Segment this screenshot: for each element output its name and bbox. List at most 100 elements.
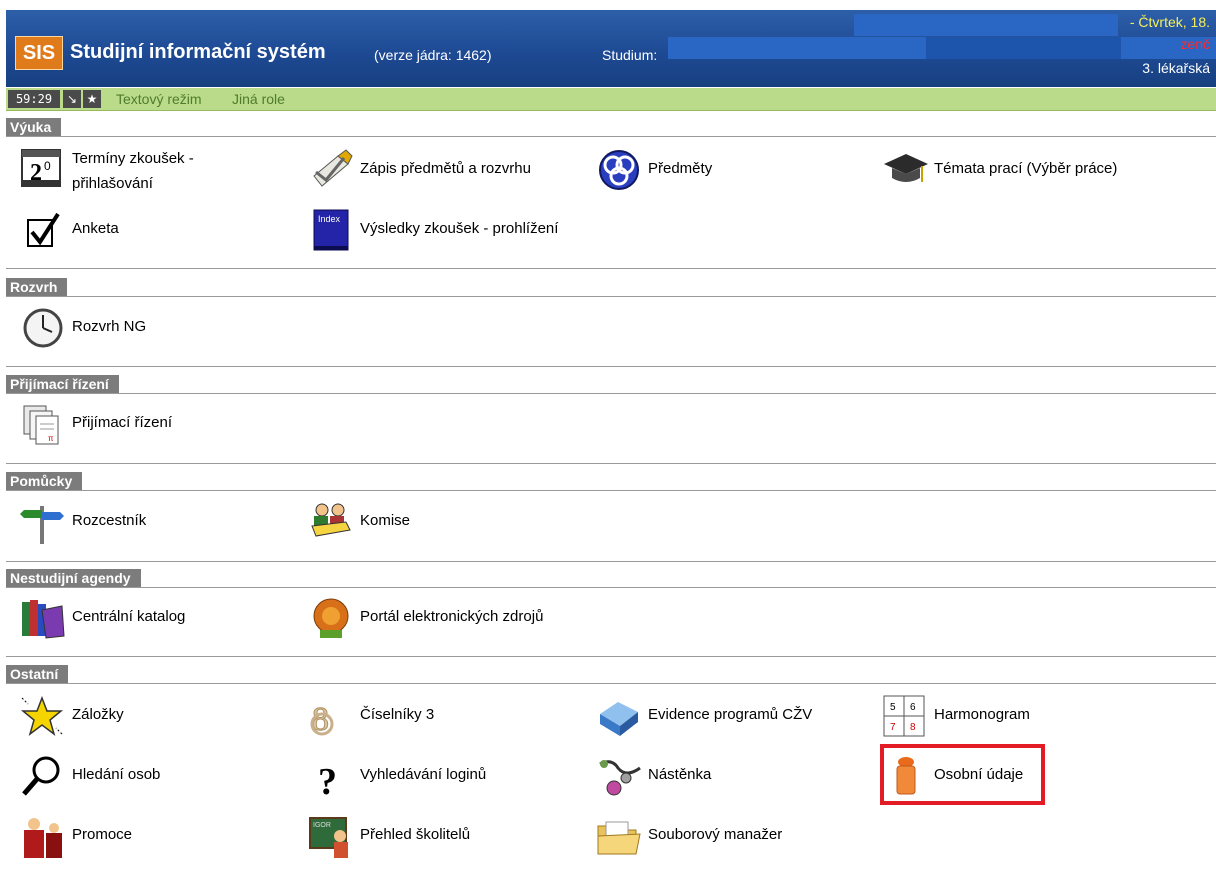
noticeboard-icon (596, 754, 642, 798)
signpost-icon (20, 500, 66, 544)
menu-item-zapis[interactable]: Zápis předmětů a rozvrhu (308, 148, 558, 192)
sis-logo[interactable]: SIS (15, 36, 63, 70)
menu-item-label: Nástěnka (648, 766, 712, 783)
index-book-icon: Index (308, 208, 354, 252)
menu-item-label: Komise (360, 512, 411, 529)
section-label: Pomůcky (6, 472, 83, 490)
calendar-icon: 20 (20, 146, 66, 190)
magnifier-icon (20, 754, 66, 798)
other-role-link[interactable]: Jiná role (232, 91, 285, 107)
teacher-icon: IGOR (308, 814, 354, 858)
knot-icon (596, 148, 642, 192)
section-divider (6, 366, 1216, 367)
section-prijimaci: Přijímací řízení (6, 375, 1216, 394)
menu-item-rozvrh-ng[interactable]: Rozvrh NG (20, 306, 160, 350)
documents-icon: π (20, 402, 66, 446)
menu-item-label: Evidence programů CŽV (648, 706, 813, 723)
text-mode-link[interactable]: Textový režim (116, 91, 202, 107)
menu-item-komise[interactable]: Komise (308, 500, 438, 544)
graduation-icon (20, 814, 66, 858)
menu-item-label: Souborový manažer (648, 826, 783, 843)
svg-text:7: 7 (890, 722, 896, 733)
menu-item-ciselniky[interactable]: 8 Číselníky 3 (308, 694, 458, 738)
section-divider (6, 268, 1216, 269)
menu-item-hledani[interactable]: Hledání osob (20, 754, 180, 798)
menu-item-skolitele[interactable]: IGOR Přehled školitelů (308, 814, 498, 858)
menu-item-label: Vyhledávání loginů (360, 766, 487, 783)
menu-item-label: Rozvrh NG (72, 318, 147, 335)
menu-item-label: Zápis předmětů a rozvrhu (360, 160, 531, 177)
menu-item-zalozky[interactable]: Záložky (20, 694, 140, 738)
section-divider (6, 463, 1216, 464)
menu-item-label: Harmonogram (934, 706, 1030, 723)
menu-item-loginy[interactable]: ? Vyhledávání loginů (308, 754, 508, 798)
header-alert-text: zenč (1180, 36, 1210, 52)
svg-text:?: ? (318, 761, 337, 798)
menu-item-promoce[interactable]: Promoce (20, 814, 160, 858)
menu-item-label: Výsledky zkoušek - prohlížení (360, 220, 559, 237)
menu-item-katalog[interactable]: Centrální katalog (20, 596, 210, 640)
app-version: (verze jádra: 1462) (374, 47, 492, 63)
header-date: - Čtvrtek, 18. (1129, 14, 1210, 30)
menu-item-predmety[interactable]: Předměty (596, 148, 726, 192)
menu-item-label: Promoce (72, 826, 133, 843)
portal-icon (308, 596, 354, 640)
menu-item-label: Hledání osob (72, 766, 161, 783)
section-label: Ostatní (6, 665, 69, 683)
mortarboard-icon (882, 148, 928, 192)
arrow-down-icon[interactable]: ↘ (63, 90, 81, 108)
section-divider (6, 561, 1216, 562)
section-label: Výuka (6, 118, 62, 136)
user-info-bar (854, 14, 1118, 36)
menu-item-label: Centrální katalog (72, 608, 186, 625)
section-rozvrh: Rozvrh (6, 278, 1216, 297)
menu-item-terminy[interactable]: 20 Termíny zkoušek - přihlašování (20, 146, 250, 200)
menu-item-portal[interactable]: Portál elektronických zdrojů (308, 596, 568, 640)
svg-text:5: 5 (890, 702, 896, 713)
people-icon (308, 500, 354, 544)
menu-item-harmonogram[interactable]: 5 6 7 8 Harmonogram (882, 694, 1052, 738)
header-faculty: 3. lékařská (1142, 60, 1210, 76)
question-icon: ? (308, 754, 354, 798)
menu-item-vysledky[interactable]: Index Výsledky zkoušek - prohlížení (308, 208, 588, 252)
section-label: Přijímací řízení (6, 375, 119, 393)
app-title: Studijní informační systém (70, 41, 326, 63)
section-pomucky: Pomůcky (6, 472, 1216, 491)
study-select-part (926, 37, 1121, 59)
toolbar: 59:29 ↘ ★ Textový režim Jiná role (6, 88, 1216, 111)
books-icon (20, 596, 66, 640)
svg-text:0: 0 (44, 159, 51, 173)
highlight-frame (880, 744, 1045, 805)
menu-item-soubory[interactable]: Souborový manažer (596, 814, 816, 858)
study-label: Studium: (602, 47, 658, 63)
menu-item-label: Anketa (72, 220, 119, 237)
section-label: Nestudijní agendy (6, 569, 141, 587)
menu-item-label: Číselníky 3 (360, 706, 435, 723)
svg-text:π: π (48, 434, 54, 443)
svg-text:Index: Index (318, 214, 341, 224)
menu-item-label: Rozcestník (72, 512, 147, 529)
menu-item-label: Termíny zkoušek - (72, 150, 194, 167)
menu-item-label: Přijímací řízení (72, 414, 173, 431)
pencil-icon (308, 148, 354, 192)
app-header: SIS Studijní informační systém (verze já… (6, 10, 1216, 87)
section-ostatni: Ostatní (6, 665, 1216, 684)
menu-item-rozcestnik[interactable]: Rozcestník (20, 500, 170, 544)
session-timer: 59:29 (8, 90, 60, 108)
section-divider (6, 656, 1216, 657)
cube-icon (596, 694, 642, 738)
section-vyuka: Výuka (6, 118, 1216, 137)
menu-item-label: Záložky (72, 706, 124, 723)
menu-item-evidence[interactable]: Evidence programů CŽV (596, 694, 836, 738)
section-nestudijni: Nestudijní agendy (6, 569, 1216, 588)
star-favorite-icon[interactable]: ★ (83, 90, 101, 108)
folder-icon (596, 814, 642, 858)
section-label: Rozvrh (6, 278, 68, 296)
svg-text:8: 8 (910, 722, 916, 733)
menu-item-nastenka[interactable]: Nástěnka (596, 754, 736, 798)
menu-item-label: Portál elektronických zdrojů (360, 608, 544, 625)
menu-item-prijimaci[interactable]: π Přijímací řízení (20, 402, 190, 446)
checkbox-icon (20, 208, 66, 252)
menu-item-anketa[interactable]: Anketa (20, 208, 140, 252)
menu-item-temata[interactable]: Témata prací (Výběr práce) (882, 148, 1142, 192)
